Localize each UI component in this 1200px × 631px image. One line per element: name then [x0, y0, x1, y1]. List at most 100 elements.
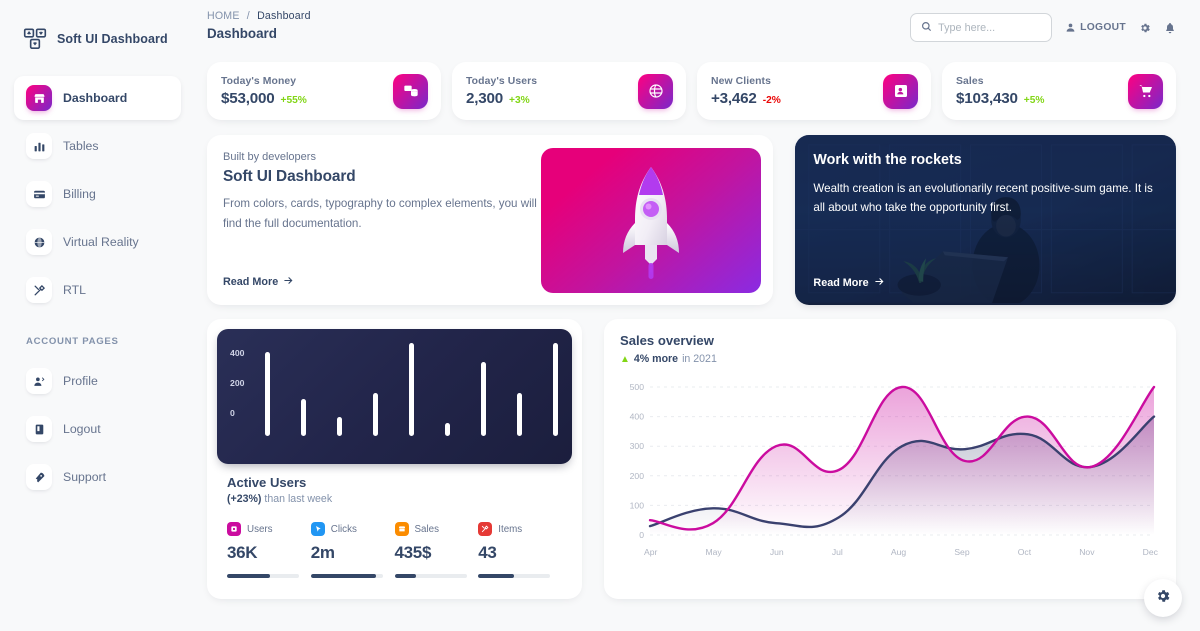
bar [409, 343, 414, 436]
bar [265, 352, 270, 436]
sidebar-item-tables[interactable]: Tables [14, 124, 181, 168]
active-users-delta: (+23%) [227, 493, 262, 505]
bar-ytick-0: 0 [230, 408, 235, 418]
stat-label: Today's Users [466, 75, 538, 87]
read-more-label: Read More [223, 276, 279, 288]
arrow-right-icon [283, 275, 294, 289]
sidebar: Soft UI Dashboard Dashboard Tables Billi… [0, 0, 195, 631]
stat-value: $103,430 [956, 89, 1018, 107]
rocket-illustration [541, 148, 762, 293]
x-label: Oct [1017, 547, 1032, 557]
bar [301, 398, 306, 436]
bell-icon[interactable] [1164, 22, 1176, 34]
stat-text: Sales $103,430 +5% [956, 76, 1044, 107]
stat-card-todays-money[interactable]: Today's Money $53,000 +55% [207, 62, 441, 120]
stat-text: Today's Users 2,300 +3% [466, 76, 537, 107]
stat-text: New Clients +3,462 -2% [711, 76, 781, 107]
svg-text:100: 100 [630, 500, 645, 510]
sidebar-item-virtual-reality[interactable]: Virtual Reality [14, 220, 181, 264]
metric-head: Clicks [310, 522, 395, 536]
sidebar-item-profile[interactable]: Profile [14, 359, 181, 403]
logout-button[interactable]: LOGOUT [1065, 22, 1126, 33]
gear-icon[interactable] [1139, 22, 1151, 34]
user-icon [1065, 22, 1076, 33]
sidebar-item-label: Dashboard [63, 91, 128, 105]
page-title: Dashboard [207, 26, 277, 41]
arrow-right-icon [874, 276, 885, 290]
metric-clicks: Clicks 2m [310, 522, 395, 578]
soft-ui-logo-icon [22, 26, 48, 52]
topbar-actions: LOGOUT [910, 10, 1176, 42]
line-chart-svg: 0 100 200 300 400 500 [630, 382, 1156, 540]
rockets-description: Wealth creation is an evolutionarily rec… [813, 182, 1153, 215]
search-box[interactable] [910, 13, 1053, 42]
active-users-delta-suffix: than last week [261, 493, 333, 505]
brand-name: Soft UI Dashboard [57, 32, 168, 46]
sales-overview-line-chart: 0 100 200 300 400 500 Apr May Jun Jul Aug Sep… [620, 379, 1160, 569]
rockets-read-more-link[interactable]: Read More [813, 276, 1158, 290]
stat-card-new-clients[interactable]: New Clients +3,462 -2% [697, 62, 931, 120]
sidebar-nav: Dashboard Tables Billing Virtual Reality [0, 64, 195, 499]
stat-label: Sales [956, 75, 984, 87]
tools-icon [478, 522, 493, 536]
breadcrumb: HOME / Dashboard [207, 10, 311, 22]
bar-series [265, 343, 558, 436]
x-label: Jul [831, 547, 843, 557]
bar-ytick-400: 400 [230, 348, 245, 358]
brand[interactable]: Soft UI Dashboard [0, 16, 195, 64]
gear-icon [1155, 588, 1171, 609]
stat-value-row: 2,300 +3% [466, 90, 537, 107]
active-users-subtitle: (+23%) than last week [217, 490, 572, 505]
sales-overview-subtitle: ▲ 4% more in 2021 [620, 353, 1160, 365]
metric-progress [310, 574, 383, 578]
rockets-title: Work with the rockets [813, 152, 962, 168]
svg-text:500: 500 [630, 382, 645, 392]
users-icon [227, 522, 241, 536]
search-icon [921, 19, 932, 37]
active-users-title: Active Users [227, 475, 307, 490]
topbar: HOME / Dashboard Dashboard LOG [195, 0, 1200, 48]
built-by-developers-card: Built by developers Soft UI Dashboard Fr… [207, 135, 774, 305]
shop-icon [26, 85, 52, 111]
metric-name: Users [247, 523, 273, 535]
breadcrumb-root[interactable]: HOME [207, 10, 240, 22]
stat-delta: +3% [509, 94, 530, 106]
sidebar-item-support[interactable]: Support [14, 455, 181, 499]
metric-name: Clicks [330, 523, 357, 535]
stat-delta: -2% [762, 94, 781, 106]
stat-cards: Today's Money $53,000 +55% Today's Users… [195, 48, 1200, 120]
x-label: Apr [644, 547, 658, 557]
stat-card-sales[interactable]: Sales $103,430 +5% [942, 62, 1176, 120]
sidebar-item-billing[interactable]: Billing [14, 172, 181, 216]
stat-value: 2,300 [466, 89, 504, 107]
sidebar-item-label: Tables [63, 139, 99, 153]
x-label: May [705, 547, 722, 557]
metric-value: 43 [478, 543, 497, 562]
built-description: From colors, cards, typography to comple… [223, 197, 537, 230]
main-content: HOME / Dashboard Dashboard LOG [195, 0, 1200, 631]
built-read-more-link[interactable]: Read More [223, 275, 553, 289]
metric-progress [394, 574, 467, 578]
settings-fab-button[interactable] [1144, 579, 1182, 617]
svg-text:200: 200 [630, 471, 645, 481]
sales-delta: 4% more [633, 353, 679, 365]
built-title: Soft UI Dashboard [223, 168, 356, 185]
sales-delta-suffix: in 2021 [682, 353, 717, 365]
search-input[interactable] [938, 21, 1042, 34]
sidebar-item-rtl[interactable]: RTL [14, 268, 181, 312]
arrow-up-icon: ▲ [620, 353, 630, 365]
stat-delta: +5% [1023, 94, 1045, 106]
sidebar-item-label: Billing [63, 187, 96, 201]
sidebar-item-dashboard[interactable]: Dashboard [14, 76, 181, 120]
logout-label: LOGOUT [1080, 22, 1126, 33]
stat-value-row: $53,000 +55% [221, 90, 307, 107]
world-globe-icon [638, 73, 673, 109]
stat-value-row: +3,462 -2% [711, 90, 781, 107]
cursor-icon [310, 522, 325, 536]
x-label: Jun [769, 547, 784, 557]
metric-progress [227, 574, 299, 578]
stat-card-todays-users[interactable]: Today's Users 2,300 +3% [452, 62, 686, 120]
sidebar-item-logout[interactable]: Logout [14, 407, 181, 451]
metric-value: 2m [310, 543, 335, 562]
work-with-the-rockets-card: Work with the rockets Wealth creation is… [795, 135, 1176, 305]
